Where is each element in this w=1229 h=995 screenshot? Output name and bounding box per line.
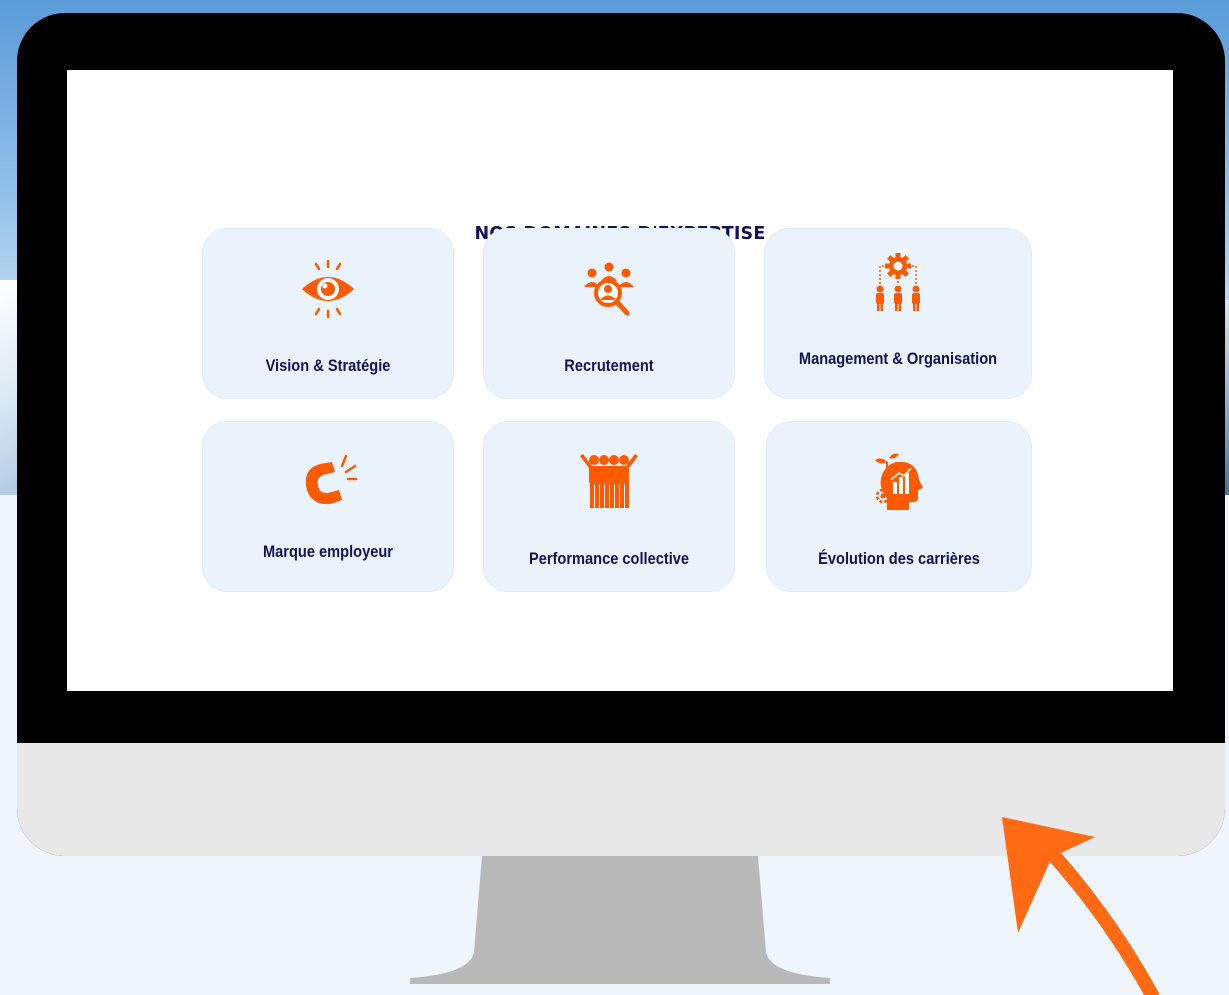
card-performance-collective[interactable]: Performance collective — [484, 422, 734, 591]
card-label: Marque employeur — [263, 542, 393, 561]
magnet-icon — [305, 454, 358, 505]
card-label: Performance collective — [528, 549, 690, 568]
head-growth-icon — [875, 453, 923, 510]
team-cheering-icon — [580, 454, 638, 508]
card-label: Management & Organisation — [798, 349, 998, 368]
curved-arrow-icon — [1002, 817, 1159, 995]
card-label: Vision & Stratégie — [265, 356, 391, 375]
organization-chart-icon — [876, 253, 920, 311]
card-vision-strategie[interactable]: Vision & Stratégie — [203, 229, 453, 398]
recruitment-search-icon — [584, 262, 634, 316]
monitor-stand — [410, 856, 830, 984]
card-management-organisation[interactable]: Management & Organisation — [765, 229, 1031, 398]
website-screen: NOS DOMAINES D'EXPERTISE Vision & Straté… — [67, 70, 1173, 691]
card-marque-employeur[interactable]: Marque employeur — [203, 422, 453, 591]
card-evolution-carrieres[interactable]: Évolution des carrières — [767, 422, 1031, 591]
eye-icon — [302, 259, 354, 319]
card-label: Évolution des carrières — [818, 549, 980, 568]
card-recrutement[interactable]: Recrutement — [484, 229, 734, 398]
card-label: Recrutement — [564, 356, 654, 375]
